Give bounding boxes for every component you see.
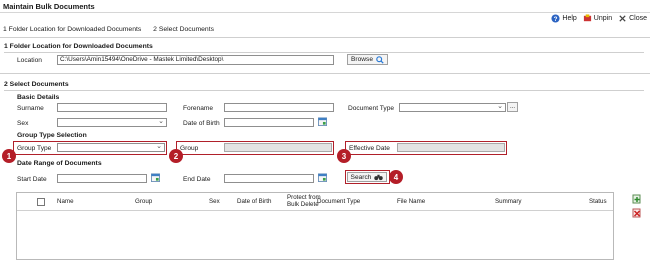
sex-label: Sex: [17, 120, 29, 127]
annotation-badge-3: 3: [337, 149, 351, 163]
surname-label: Surname: [17, 105, 44, 112]
column-header-status[interactable]: Status: [589, 198, 607, 206]
sex-select[interactable]: [57, 117, 167, 127]
close-icon: [619, 15, 626, 22]
annotation-badge-1: 1: [2, 149, 16, 163]
breadcrumb-step-1[interactable]: 1 Folder Location for Downloaded Documen…: [3, 26, 141, 33]
location-label: Location: [17, 57, 42, 64]
select-section-title: 2 Select Documents: [4, 81, 69, 88]
calendar-icon[interactable]: [151, 173, 160, 182]
add-row-icon[interactable]: [632, 194, 642, 204]
start-date-label: Start Date: [17, 176, 47, 183]
column-header-sex[interactable]: Sex: [209, 198, 220, 206]
column-header-name[interactable]: Name: [57, 198, 74, 206]
search-button[interactable]: Search: [347, 172, 387, 182]
calendar-icon[interactable]: [318, 173, 327, 182]
svg-text:?: ?: [554, 16, 558, 23]
group-input: [224, 143, 332, 152]
basic-details-heading: Basic Details: [17, 94, 60, 101]
date-range-heading: Date Range of Documents: [17, 160, 102, 167]
magnifier-icon: [376, 55, 384, 64]
help-icon: ?: [551, 14, 560, 23]
annotation-badge-2: 2: [169, 149, 183, 163]
effective-date-label: Effective Date: [349, 145, 390, 152]
surname-input[interactable]: [57, 103, 167, 112]
browse-label: Browse: [351, 56, 373, 63]
group-label: Group: [180, 145, 199, 152]
close-label: Close: [629, 15, 647, 22]
document-type-select[interactable]: [399, 102, 506, 112]
window-title: Maintain Bulk Documents: [3, 2, 95, 11]
end-date-input[interactable]: [224, 174, 314, 183]
breadcrumb: 1 Folder Location for Downloaded Documen…: [3, 26, 224, 33]
divider: [4, 90, 644, 91]
effective-date-input: [397, 143, 505, 152]
group-type-select[interactable]: [57, 142, 165, 152]
document-type-label: Document Type: [348, 105, 395, 112]
column-header-document-type[interactable]: Document Type: [317, 198, 360, 206]
column-header-summary[interactable]: Summary: [495, 198, 521, 206]
help-button[interactable]: ? Help: [551, 14, 577, 23]
column-header-file-name[interactable]: File Name: [397, 198, 425, 206]
forename-input[interactable]: [224, 103, 334, 112]
header-divider: [17, 210, 613, 211]
browse-button[interactable]: Browse: [347, 54, 388, 65]
divider: [0, 37, 650, 38]
select-all-checkbox[interactable]: [37, 198, 45, 206]
location-input[interactable]: C:\Users\Amin15494\OneDrive - Mastek Lim…: [57, 55, 334, 65]
group-type-label: Group Type: [17, 145, 52, 152]
divider: [0, 73, 650, 74]
search-label: Search: [350, 173, 372, 181]
unpin-label: Unpin: [593, 15, 613, 22]
column-header-group[interactable]: Group: [135, 198, 152, 206]
close-button[interactable]: Close: [618, 14, 647, 23]
dob-label: Date of Birth: [183, 120, 220, 127]
forename-label: Forename: [183, 105, 214, 112]
breadcrumb-step-2[interactable]: 2 Select Documents: [153, 26, 214, 33]
dob-input[interactable]: [224, 118, 314, 127]
top-toolbar: ? Help Unpin Close: [551, 14, 647, 23]
group-type-selection-heading: Group Type Selection: [17, 132, 87, 139]
help-label: Help: [562, 15, 577, 22]
delete-row-icon[interactable]: [632, 208, 642, 218]
title-divider: [0, 12, 650, 13]
divider: [4, 52, 644, 53]
calendar-icon[interactable]: [318, 117, 327, 126]
unpin-icon: [583, 14, 591, 22]
start-date-input[interactable]: [57, 174, 147, 183]
folder-section-title: 1 Folder Location for Downloaded Documen…: [4, 43, 153, 50]
annotation-badge-4: 4: [389, 170, 403, 184]
results-grid[interactable]: Name Group Sex Date of Birth Protect fro…: [16, 192, 614, 260]
column-header-dob[interactable]: Date of Birth: [237, 198, 271, 206]
binoculars-icon: [374, 174, 384, 181]
end-date-label: End Date: [183, 176, 211, 183]
document-type-more-button[interactable]: ...: [507, 102, 518, 112]
unpin-button[interactable]: Unpin: [583, 14, 612, 23]
